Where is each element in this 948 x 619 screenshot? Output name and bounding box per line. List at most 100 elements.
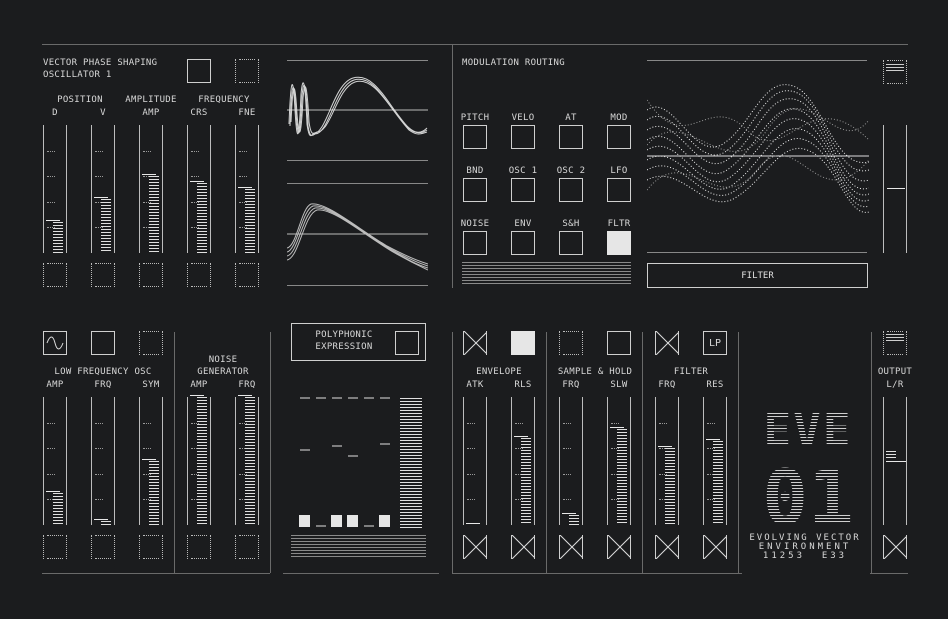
lfo-frq-mod-slot[interactable] <box>91 535 115 559</box>
sh-frq-slider[interactable] <box>559 397 583 525</box>
mod-source-toggle-pitch[interactable] <box>463 125 487 149</box>
slider-tick <box>95 448 103 449</box>
noise-amp-slider[interactable] <box>187 395 211 525</box>
noise-frq-mod-slot[interactable] <box>235 535 259 559</box>
osc-amp-fill <box>149 176 159 253</box>
env-atk-slider[interactable] <box>463 397 487 525</box>
sine-wave-icon <box>46 336 64 350</box>
filter-frq-slider[interactable] <box>655 397 679 525</box>
output-close-icon[interactable] <box>883 535 907 559</box>
env-enable-toggle[interactable] <box>511 331 535 355</box>
sh-enable-toggle[interactable] <box>607 331 631 355</box>
lfo-amp-handle[interactable] <box>46 491 60 492</box>
noise-frq-handle[interactable] <box>238 395 252 396</box>
noise-amp-handle[interactable] <box>190 395 204 396</box>
env-rls-slider[interactable] <box>511 397 535 525</box>
mod-source-toggle-mod[interactable] <box>607 125 631 149</box>
poly-enable-toggle[interactable] <box>395 331 419 355</box>
slider-tick <box>707 423 715 424</box>
lfo-sym-slider[interactable] <box>139 397 163 525</box>
osc-amp-slider[interactable] <box>139 125 163 253</box>
osc-d-slider[interactable] <box>43 125 67 253</box>
mod-source-toggle-osc-1[interactable] <box>511 178 535 202</box>
mod-source-toggle-s-h[interactable] <box>559 231 583 255</box>
osc-v-mod-slot[interactable] <box>91 263 115 287</box>
noise-frq-slider[interactable] <box>235 395 259 525</box>
mod-source-toggle-fltr[interactable] <box>607 231 631 255</box>
mod-source-toggle-osc-2[interactable] <box>559 178 583 202</box>
filter-frq-reset-icon[interactable] <box>655 535 679 559</box>
slider-tick <box>95 423 103 424</box>
lfo-wave-button[interactable] <box>43 331 67 355</box>
slider-tick <box>659 423 667 424</box>
mod-source-toggle-bnd[interactable] <box>463 178 487 202</box>
noise-title: NOISE <box>208 355 238 365</box>
sh-frq-handle[interactable] <box>562 513 576 514</box>
lfo-sym-handle[interactable] <box>142 459 156 460</box>
mod-source-toggle-noise[interactable] <box>463 231 487 255</box>
osc-amp-handle[interactable] <box>142 174 156 175</box>
slider-tick <box>47 423 55 424</box>
mod-target-button[interactable]: FILTER <box>647 263 868 288</box>
osc-fne-mod-slot[interactable] <box>235 263 259 287</box>
sh-menu-button[interactable] <box>559 331 583 355</box>
poly-activity-meter <box>291 535 426 559</box>
lfo-sym-fill <box>149 461 159 525</box>
osc-d-mod-slot[interactable] <box>43 263 67 287</box>
osc-d-handle[interactable] <box>46 220 60 221</box>
sh-slw-reset-icon[interactable] <box>607 535 631 559</box>
lfo-menu-button[interactable] <box>139 331 163 355</box>
sh-slw-slider[interactable] <box>607 397 631 525</box>
env-close-icon[interactable] <box>463 331 487 355</box>
output-level-slider[interactable] <box>883 397 907 525</box>
sh-slw-handle[interactable] <box>610 427 624 428</box>
mod-source-toggle-env[interactable] <box>511 231 535 255</box>
mod-source-toggle-velo[interactable] <box>511 125 535 149</box>
filter-res-handle[interactable] <box>706 439 720 440</box>
filter-mode-button[interactable]: LP <box>703 331 727 355</box>
osc-menu-button[interactable] <box>235 59 259 83</box>
osc-crs-handle[interactable] <box>190 181 204 182</box>
mod-source-label-osc-1: OSC 1 <box>508 166 538 176</box>
mod-source-toggle-lfo[interactable] <box>607 178 631 202</box>
lfo-amp-mod-slot[interactable] <box>43 535 67 559</box>
osc-fne-slider[interactable] <box>235 125 259 253</box>
osc-amp-mod-slot[interactable] <box>139 263 163 287</box>
osc-crs-label: CRS <box>190 108 208 118</box>
osc-fne-handle[interactable] <box>238 187 252 188</box>
env-atk-reset-icon[interactable] <box>463 535 487 559</box>
slider-tick <box>47 448 55 449</box>
osc-v-handle[interactable] <box>94 197 108 198</box>
lfo-amp-slider[interactable] <box>43 397 67 525</box>
slider-tick <box>467 423 475 424</box>
osc-enable-toggle[interactable] <box>187 59 211 83</box>
slider-tick <box>47 474 55 475</box>
lfo-frq-slider[interactable] <box>91 397 115 525</box>
mod-source-toggle-at[interactable] <box>559 125 583 149</box>
slider-tick <box>467 499 475 500</box>
lfo-sym-mod-slot[interactable] <box>139 535 163 559</box>
lfo-sync-toggle[interactable] <box>91 331 115 355</box>
slider-tick <box>143 151 151 152</box>
filter-res-reset-icon[interactable] <box>703 535 727 559</box>
master-volume-slider[interactable] <box>883 125 907 253</box>
env-rls-handle[interactable] <box>514 436 528 437</box>
output-channel-label: L/R <box>886 380 904 390</box>
slider-tick <box>611 423 619 424</box>
sh-frq-reset-icon[interactable] <box>559 535 583 559</box>
group-label-frequency: FREQUENCY <box>198 95 250 105</box>
osc-crs-slider[interactable] <box>187 125 211 253</box>
filter-res-slider[interactable] <box>703 397 727 525</box>
slider-tick <box>515 423 523 424</box>
env-rls-reset-icon[interactable] <box>511 535 535 559</box>
lfo-frq-handle[interactable] <box>94 519 108 520</box>
mod-source-label-fltr: FLTR <box>607 219 631 229</box>
env-atk-handle[interactable] <box>466 523 480 524</box>
noise-amp-mod-slot[interactable] <box>187 535 211 559</box>
poly-level-meter <box>400 398 422 528</box>
osc-v-slider[interactable] <box>91 125 115 253</box>
filter-frq-handle[interactable] <box>658 446 672 447</box>
filter-close-icon[interactable] <box>655 331 679 355</box>
sh-title: SAMPLE & HOLD <box>557 367 633 377</box>
osc-crs-mod-slot[interactable] <box>187 263 211 287</box>
